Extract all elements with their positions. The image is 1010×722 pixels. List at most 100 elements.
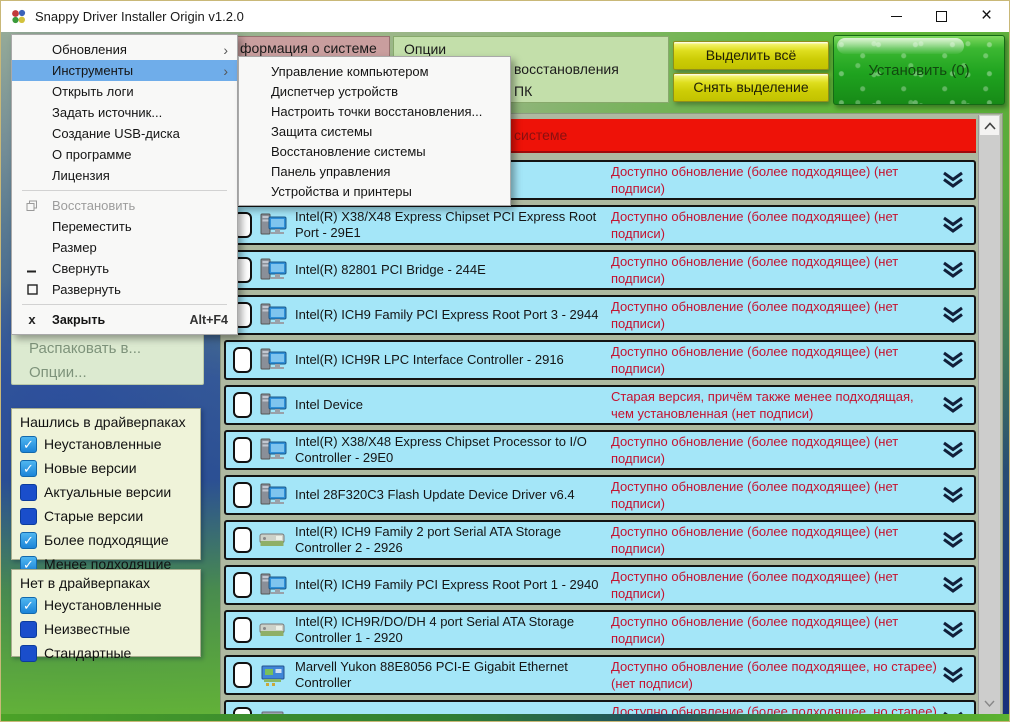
expand-chevron-icon[interactable] [940, 486, 966, 504]
submenu-item-restore-points[interactable]: Настроить точки восстановления... [239, 101, 510, 121]
network-icon [258, 662, 288, 688]
driver-name: Intel(R) ICH9R LPC Interface Controller … [295, 352, 564, 367]
driver-checkbox[interactable] [233, 392, 252, 418]
close-button[interactable]: × [964, 1, 1009, 32]
driver-row[interactable]: Intel(R) ICH9 Family PCI Express Root Po… [224, 295, 976, 335]
filter-item[interactable]: Неустановленные [12, 593, 200, 617]
driver-checkbox[interactable] [233, 617, 252, 643]
menu-item-updates[interactable]: Обновления › [12, 39, 237, 60]
checkbox-unchecked[interactable] [20, 483, 37, 501]
filter-item[interactable]: Неизвестные [12, 617, 200, 641]
filter-item[interactable]: Актуальные версии [12, 480, 200, 504]
checkbox-unchecked[interactable] [20, 620, 37, 638]
menu-item-minimize-label: Свернуть [52, 261, 110, 276]
menu-item-set-source[interactable]: Задать источник... [12, 102, 237, 123]
menu-item-size-label: Размер [52, 240, 97, 255]
filter-item[interactable]: Более подходящие [12, 528, 200, 552]
driver-status: Доступно обновление (более подходящее, н… [611, 659, 937, 691]
driver-status: Доступно обновление (более подходящее) (… [611, 479, 899, 511]
filter-item-label: Неизвестные [44, 621, 131, 637]
expand-chevron-icon[interactable] [940, 306, 966, 324]
menu-item-maximize[interactable]: Развернуть [12, 279, 237, 300]
deselect-all-button[interactable]: Снять выделение [673, 73, 829, 102]
checkbox-checked[interactable] [20, 596, 37, 614]
filter-item[interactable]: Неустановленные [12, 432, 200, 456]
menu-item-close[interactable]: x Закрыть Alt+F4 [12, 309, 237, 330]
menu-item-open-logs[interactable]: Открыть логи [12, 81, 237, 102]
filter-item-label: Старые версии [44, 508, 144, 524]
submenu-item-computer-management[interactable]: Управление компьютером [239, 61, 510, 81]
scroll-down-button[interactable] [980, 695, 999, 711]
expand-chevron-icon[interactable] [940, 576, 966, 594]
driver-row[interactable]: Intel 28F320C3 Flash Update Device Drive… [224, 475, 976, 515]
vertical-scrollbar[interactable] [978, 115, 1000, 714]
menu-item-license[interactable]: Лицензия [12, 165, 237, 186]
menu-item-tools-label: Инструменты [52, 63, 134, 78]
driver-row[interactable]: Marvell Yukon 88E8056 PCI-E Gigabit Ethe… [224, 655, 976, 695]
driver-name: Intel(R) 82801 PCI Bridge - 244E [295, 262, 486, 277]
expand-chevron-icon[interactable] [940, 261, 966, 279]
driver-checkbox[interactable] [233, 662, 252, 688]
driver-checkbox[interactable] [233, 482, 252, 508]
submenu-item-devices-printers[interactable]: Устройства и принтеры [239, 181, 510, 201]
maximize-icon [12, 284, 52, 295]
window-title: Snappy Driver Installer Origin v1.2.0 [35, 9, 244, 24]
expand-chevron-icon[interactable] [940, 351, 966, 369]
window-controls: × [874, 1, 1009, 32]
menu-item-about[interactable]: О программе [12, 144, 237, 165]
expand-chevron-icon[interactable] [940, 666, 966, 684]
driver-status: Старая версия, причём также менее подход… [611, 389, 914, 421]
driver-row[interactable]: Intel(R) ICH9 Family 2 port Serial ATA S… [224, 520, 976, 560]
driver-checkbox[interactable] [233, 572, 252, 598]
submenu-item-system-protection[interactable]: Защита системы [239, 121, 510, 141]
driver-row[interactable]: Intel(R) ICH9R LPC Interface Controller … [224, 340, 976, 380]
menu-item-minimize[interactable]: Свернуть [12, 258, 237, 279]
expand-chevron-icon[interactable] [940, 531, 966, 549]
minimize-icon [891, 15, 902, 18]
driver-row[interactable]: Intel(R) 82801 PCI Bridge - 244E Доступно… [224, 250, 976, 290]
driver-row[interactable]: Intel(R) X38/X48 Express Chipset PCI Exp… [224, 205, 976, 245]
unpack-panel: Распаковать в... Опции... [11, 331, 204, 385]
submenu-item-system-restore[interactable]: Восстановление системы [239, 141, 510, 161]
driver-row[interactable]: Intel(R) ICH9 Family PCI Express Root Po… [224, 565, 976, 605]
driver-checkbox[interactable] [233, 437, 252, 463]
submenu-item-control-panel[interactable]: Панель управления [239, 161, 510, 181]
install-button[interactable]: Установить (0) [833, 35, 1005, 105]
filter-panel-title: Нет в драйверпаках [20, 575, 151, 591]
driver-row[interactable]: Intel(R) X38/X48 Express Chipset Process… [224, 430, 976, 470]
filter-item-label: Стандартные [44, 645, 132, 661]
expand-chevron-icon[interactable] [940, 441, 966, 459]
filter-item[interactable]: Новые версии [12, 456, 200, 480]
expand-chevron-icon[interactable] [940, 621, 966, 639]
driver-row[interactable]: D-Link DFE-520TX PCI Fast Ethernet Adapt… [224, 700, 976, 714]
minimize-button[interactable] [874, 1, 919, 32]
tab-options[interactable]: Опции [404, 41, 446, 57]
menu-item-create-usb[interactable]: Создание USB-диска [12, 123, 237, 144]
menu-item-create-usb-label: Создание USB-диска [52, 126, 180, 141]
expand-chevron-icon[interactable] [940, 171, 966, 189]
driver-status: Доступно обновление (более подходящее) (… [611, 299, 899, 331]
filter-item-label: Более подходящие [44, 532, 169, 548]
menu-item-move[interactable]: Переместить [12, 216, 237, 237]
filter-item[interactable]: Стандартные [12, 641, 200, 665]
menu-item-size[interactable]: Размер [12, 237, 237, 258]
driver-checkbox[interactable] [233, 347, 252, 373]
filter-item[interactable]: Старые версии [12, 504, 200, 528]
scroll-up-button[interactable] [980, 116, 999, 135]
driver-row[interactable]: Intel Device Старая версия, причём также … [224, 385, 976, 425]
unpack-to-button[interactable]: Распаковать в... [29, 337, 203, 361]
checkbox-checked[interactable] [20, 435, 37, 453]
submenu-item-device-manager[interactable]: Диспетчер устройств [239, 81, 510, 101]
select-all-button[interactable]: Выделить всё [673, 41, 829, 70]
checkbox-unchecked[interactable] [20, 644, 37, 662]
options-button[interactable]: Опции... [29, 361, 203, 385]
expand-chevron-icon[interactable] [940, 216, 966, 234]
expand-chevron-icon[interactable] [940, 396, 966, 414]
driver-checkbox[interactable] [233, 527, 252, 553]
driver-row[interactable]: Intel(R) ICH9R/DO/DH 4 port Serial ATA S… [224, 610, 976, 650]
checkbox-checked[interactable] [20, 459, 37, 477]
maximize-button[interactable] [919, 1, 964, 32]
menu-item-tools[interactable]: Инструменты › [12, 60, 237, 81]
checkbox-checked[interactable] [20, 531, 37, 549]
checkbox-unchecked[interactable] [20, 507, 37, 525]
